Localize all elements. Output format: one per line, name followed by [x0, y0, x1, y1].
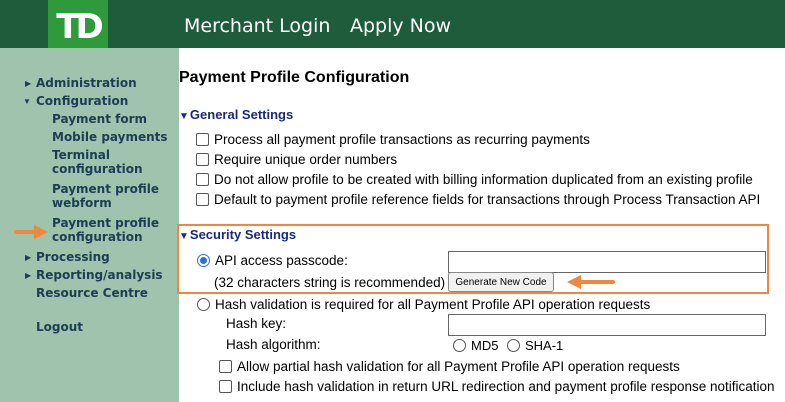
no-duplicate-checkbox[interactable]	[196, 173, 209, 186]
md5-option[interactable]: MD5	[453, 338, 498, 353]
sidebar-item-payment-profile-configuration[interactable]: Payment profile configuration	[52, 216, 170, 244]
api-passcode-hint: (32 characters string is recommended)	[214, 275, 446, 290]
option-label: Process all payment profile transactions…	[214, 132, 590, 147]
security-settings-header[interactable]: ▼Security Settings	[179, 227, 296, 242]
triangle-right-icon: ▶	[25, 271, 32, 280]
sha1-radio[interactable]	[507, 339, 520, 352]
partial-hash-label: Allow partial hash validation for all Pa…	[237, 359, 680, 374]
api-passcode-option[interactable]: API access passcode:	[197, 253, 348, 268]
partial-hash-option[interactable]: Allow partial hash validation for all Pa…	[219, 359, 680, 374]
general-settings-header[interactable]: ▼General Settings	[179, 107, 293, 122]
option-no-duplicate[interactable]: Do not allow profile to be created with …	[196, 172, 753, 187]
sha1-option[interactable]: SHA-1	[507, 338, 563, 353]
api-passcode-radio[interactable]	[197, 254, 210, 267]
option-label: Do not allow profile to be created with …	[214, 172, 753, 187]
md5-label: MD5	[471, 338, 499, 353]
arrow-pointer-icon	[14, 225, 48, 239]
hash-algorithm-label: Hash algorithm:	[226, 337, 321, 352]
hash-validation-radio[interactable]	[197, 298, 210, 311]
td-logo[interactable]: TD	[48, 0, 108, 53]
triangle-right-icon: ▶	[25, 253, 32, 262]
sidebar-item-configuration[interactable]: Configuration	[36, 94, 128, 108]
api-passcode-input[interactable]	[448, 251, 766, 273]
triangle-down-icon: ▼	[179, 111, 189, 122]
sidebar-item-reporting-analysis[interactable]: Reporting/analysis	[36, 268, 163, 282]
default-reference-checkbox[interactable]	[196, 193, 209, 206]
hash-key-label: Hash key:	[226, 316, 287, 331]
triangle-down-icon: ▼	[179, 231, 189, 242]
hash-key-input[interactable]	[448, 314, 766, 336]
hash-validation-option[interactable]: Hash validation is required for all Paym…	[197, 297, 650, 312]
include-hash-checkbox[interactable]	[219, 380, 232, 393]
sidebar-item-logout[interactable]: Logout	[36, 320, 83, 334]
sidebar-item-administration[interactable]: Administration	[36, 76, 137, 90]
unique-order-checkbox[interactable]	[196, 153, 209, 166]
arrow-pointer-icon	[567, 275, 615, 289]
general-settings-title: General Settings	[189, 107, 294, 122]
triangle-right-icon: ▶	[25, 79, 32, 88]
api-passcode-label: API access passcode:	[215, 253, 348, 268]
nav-apply-now[interactable]: Apply Now	[350, 15, 451, 37]
sidebar-item-mobile-payments[interactable]: Mobile payments	[52, 130, 168, 144]
nav-merchant-login[interactable]: Merchant Login	[184, 15, 330, 37]
md5-radio[interactable]	[453, 339, 466, 352]
option-default-reference[interactable]: Default to payment profile reference fie…	[196, 192, 760, 207]
recurring-checkbox[interactable]	[196, 133, 209, 146]
generate-new-code-button[interactable]: Generate New Code	[448, 272, 554, 292]
partial-hash-checkbox[interactable]	[219, 360, 232, 373]
include-hash-option[interactable]: Include hash validation in return URL re…	[219, 379, 775, 394]
page-title: Payment Profile Configuration	[179, 69, 410, 86]
option-unique-order[interactable]: Require unique order numbers	[196, 152, 397, 167]
sidebar-item-resource-centre[interactable]: Resource Centre	[36, 286, 148, 300]
hash-validation-label: Hash validation is required for all Paym…	[215, 297, 651, 312]
security-settings-title: Security Settings	[189, 227, 297, 242]
sidebar-item-payment-profile-webform[interactable]: Payment profile webform	[52, 182, 170, 210]
sidebar-item-payment-form[interactable]: Payment form	[52, 112, 147, 126]
sidebar-item-terminal-configuration[interactable]: Terminal configuration	[52, 148, 170, 176]
include-hash-label: Include hash validation in return URL re…	[237, 379, 775, 394]
sha1-label: SHA-1	[525, 338, 564, 353]
triangle-down-icon: ▼	[23, 97, 31, 106]
option-label: Default to payment profile reference fie…	[214, 192, 761, 207]
option-label: Require unique order numbers	[214, 152, 398, 167]
option-recurring[interactable]: Process all payment profile transactions…	[196, 132, 590, 147]
sidebar-item-processing[interactable]: Processing	[36, 250, 110, 264]
